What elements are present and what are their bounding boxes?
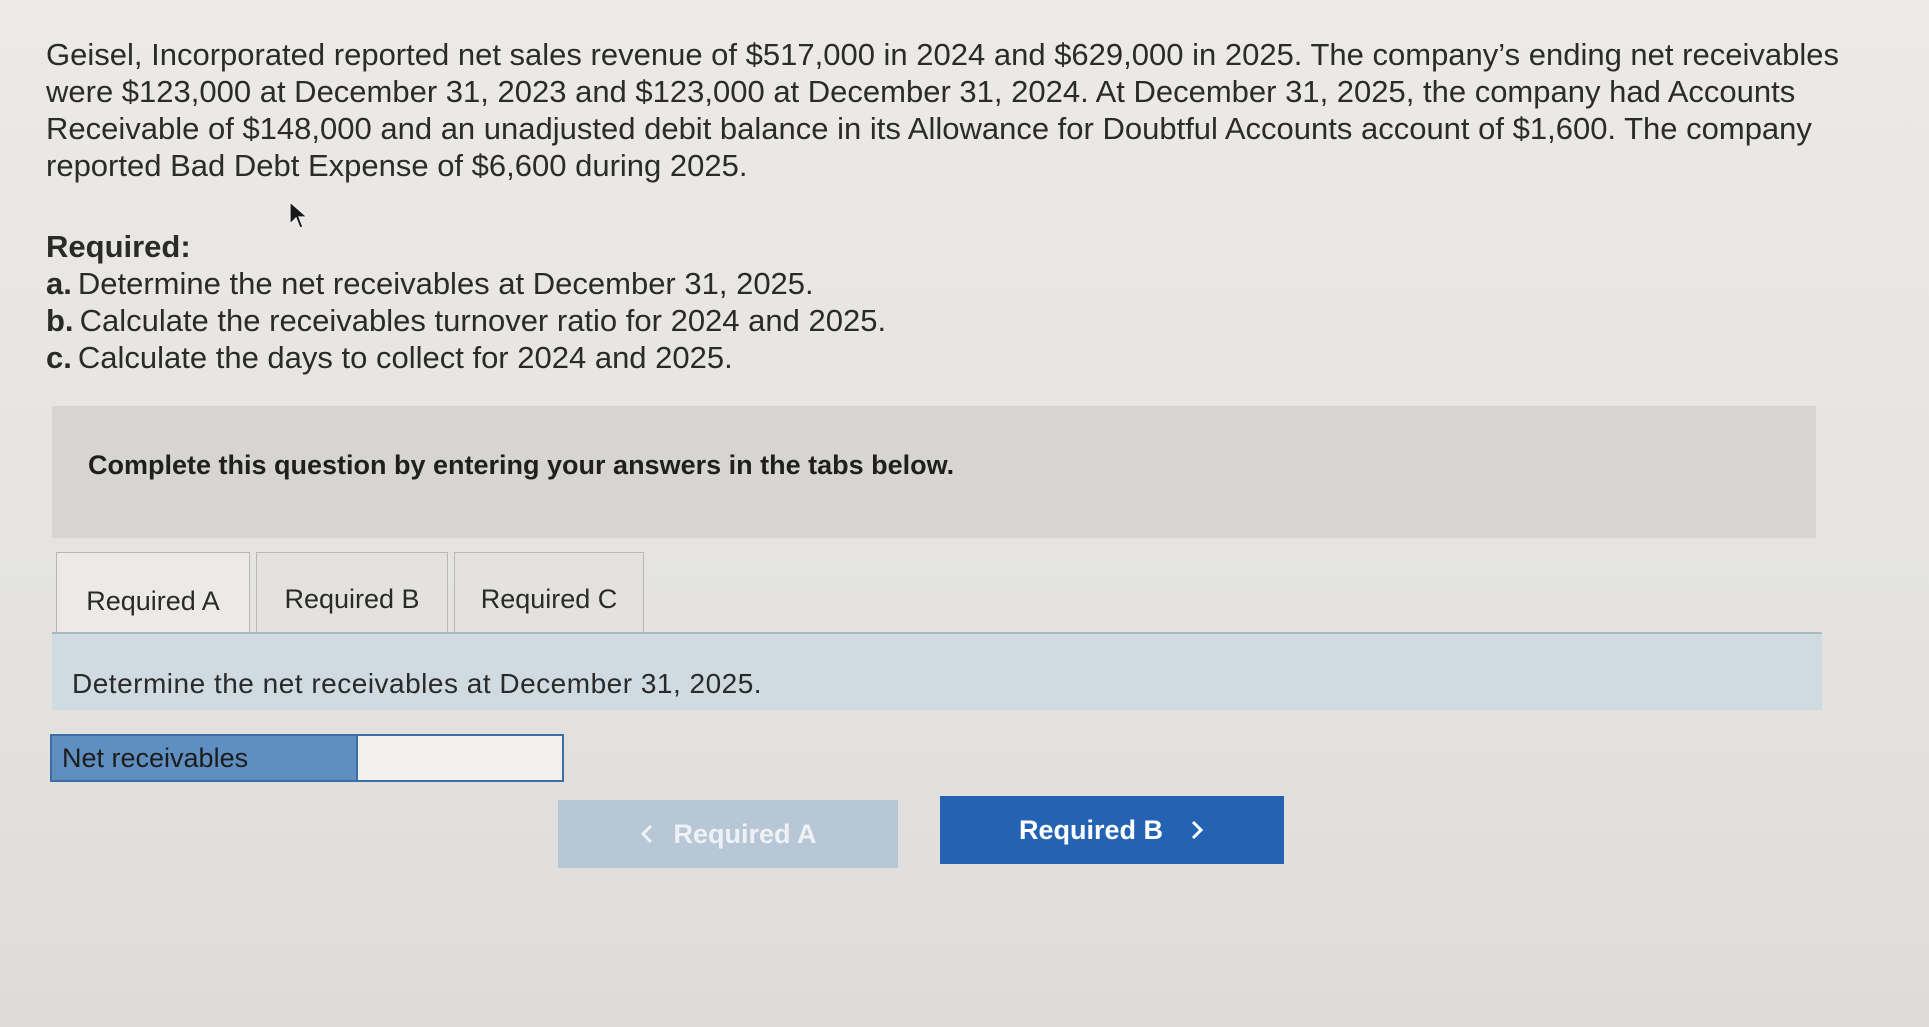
- required-section: Required: a. Determine the net receivable…: [46, 228, 886, 376]
- net-receivables-label: Net receivables: [50, 734, 356, 782]
- prev-button-label: Required A: [673, 818, 817, 849]
- instruction-banner: Complete this question by entering your …: [52, 406, 1816, 538]
- required-item-text: Determine the net receivables at Decembe…: [77, 266, 814, 301]
- required-item-a: a. Determine the net receivables at Decem…: [46, 265, 886, 302]
- prev-required-button[interactable]: Required A: [558, 800, 898, 868]
- required-item-letter: b.: [46, 303, 74, 338]
- problem-statement: Geisel, Incorporated reported net sales …: [46, 36, 1916, 184]
- problem-line-4: reported Bad Debt Expense of $6,600 duri…: [46, 148, 748, 183]
- tab-content-header: Determine the net receivables at Decembe…: [52, 632, 1822, 710]
- problem-line-1: Geisel, Incorporated reported net sales …: [46, 37, 1839, 72]
- net-receivables-input[interactable]: [356, 734, 564, 782]
- required-item-text: Calculate the days to collect for 2024 a…: [77, 340, 733, 375]
- chevron-left-icon: [641, 824, 653, 844]
- required-list: a. Determine the net receivables at Decem…: [46, 265, 886, 376]
- required-item-c: c. Calculate the days to collect for 2024…: [46, 339, 886, 376]
- problem-line-3: Receivable of $148,000 and an unadjusted…: [46, 111, 1812, 146]
- next-button-label: Required B: [1018, 814, 1164, 845]
- answer-row: Net receivables: [50, 734, 564, 782]
- next-required-button[interactable]: Required B: [940, 796, 1284, 864]
- required-item-text: Calculate the receivables turnover ratio…: [79, 303, 887, 338]
- required-item-letter: c.: [46, 340, 72, 375]
- required-item-letter: a.: [46, 266, 72, 301]
- required-heading: Required:: [46, 229, 191, 264]
- required-item-b: b. Calculate the receivables turnover rat…: [46, 302, 886, 339]
- instruction-text: Complete this question by entering your …: [88, 450, 955, 480]
- tab-prompt: Determine the net receivables at Decembe…: [72, 668, 763, 699]
- chevron-right-icon: [1191, 820, 1204, 840]
- page: Geisel, Incorporated reported net sales …: [0, 0, 1929, 1027]
- problem-line-2: were $123,000 at December 31, 2023 and $…: [46, 74, 1796, 109]
